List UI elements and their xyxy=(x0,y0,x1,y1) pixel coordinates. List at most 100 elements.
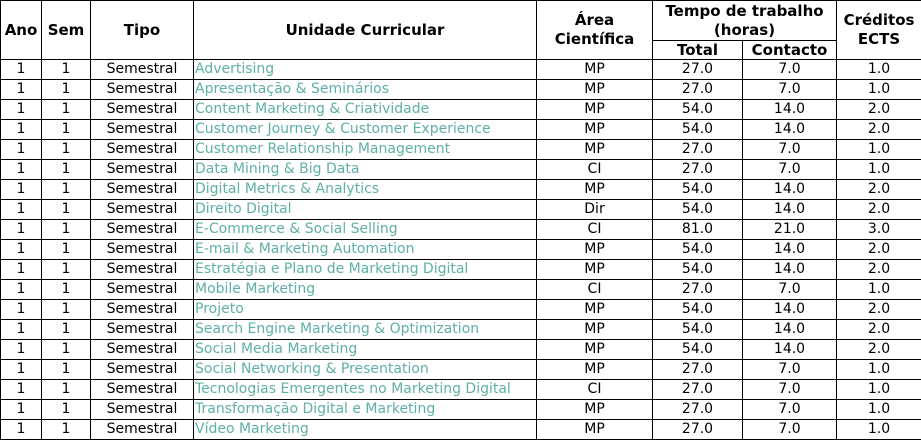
cell-sem: 1 xyxy=(41,359,91,380)
cell-ano: 1 xyxy=(0,239,42,260)
cell-contacto: 14.0 xyxy=(741,99,838,120)
course-link[interactable]: Social Networking & Presentation xyxy=(195,361,429,377)
cell-total: 54.0 xyxy=(652,259,743,280)
cell-ano: 1 xyxy=(0,139,42,160)
course-link[interactable]: E-mail & Marketing Automation xyxy=(195,241,414,257)
course-link[interactable]: Apresentação & Seminários xyxy=(195,81,389,97)
header-sem: Sem xyxy=(41,0,91,60)
cell-sem: 1 xyxy=(41,259,91,280)
cell-area-cientifica: CI xyxy=(536,159,653,180)
cell-area-cientifica: MP xyxy=(536,59,653,80)
cell-unidade-curricular: Advertising xyxy=(193,59,537,80)
cell-tipo: Semestral xyxy=(90,219,194,240)
cell-total: 54.0 xyxy=(652,99,743,120)
cell-tipo: Semestral xyxy=(90,139,194,160)
course-link[interactable]: Customer Journey & Customer Experience xyxy=(195,121,491,137)
cell-ects: 2.0 xyxy=(836,179,921,200)
table-row: 1 1 Semestral Apresentação & Seminários MP 27… xyxy=(0,79,921,100)
cell-sem: 1 xyxy=(41,119,91,140)
table-row: 1 1 Semestral Direito Digital Dir 54.0 14.0 2.0 xyxy=(0,199,921,220)
cell-contacto: 7.0 xyxy=(741,419,838,440)
table-row: 1 1 Semestral Transformação Digital e Marke… xyxy=(0,399,921,420)
course-link[interactable]: E-Commerce & Social Selling xyxy=(195,221,398,237)
cell-sem: 1 xyxy=(41,59,91,80)
cell-total: 27.0 xyxy=(652,279,743,300)
cell-contacto: 14.0 xyxy=(741,259,838,280)
cell-sem: 1 xyxy=(41,99,91,120)
cell-unidade-curricular: Direito Digital xyxy=(193,199,537,220)
cell-total: 27.0 xyxy=(652,159,743,180)
cell-area-cientifica: MP xyxy=(536,359,653,380)
table-row: 1 1 Semestral Customer Relationship Managem… xyxy=(0,139,921,160)
table-row: 1 1 Semestral Vídeo Marketing MP 27.0 7.0 1.0 xyxy=(0,419,921,440)
cell-ano: 1 xyxy=(0,79,42,100)
table-row: 1 1 Semestral Social Networking & Presentat… xyxy=(0,359,921,380)
cell-total: 27.0 xyxy=(652,359,743,380)
cell-contacto: 14.0 xyxy=(741,179,838,200)
course-link[interactable]: Projeto xyxy=(195,301,244,317)
cell-ano: 1 xyxy=(0,99,42,120)
table-row: 1 1 Semestral Tecnologias Emergentes no Mar… xyxy=(0,379,921,400)
cell-tipo: Semestral xyxy=(90,379,194,400)
cell-ano: 1 xyxy=(0,399,42,420)
cell-ects: 1.0 xyxy=(836,139,921,160)
cell-area-cientifica: MP xyxy=(536,179,653,200)
cell-sem: 1 xyxy=(41,139,91,160)
header-ano: Ano xyxy=(0,0,42,60)
cell-total: 54.0 xyxy=(652,299,743,320)
course-link[interactable]: Search Engine Marketing & Optimization xyxy=(195,321,479,337)
cell-unidade-curricular: Customer Journey & Customer Experience xyxy=(193,119,537,140)
cell-sem: 1 xyxy=(41,79,91,100)
cell-unidade-curricular: Digital Metrics & Analytics xyxy=(193,179,537,200)
cell-ano: 1 xyxy=(0,59,42,80)
table-row: 1 1 Semestral Projeto MP 54.0 14.0 2.0 xyxy=(0,299,921,320)
cell-contacto: 7.0 xyxy=(741,159,838,180)
course-link[interactable]: Data Mining & Big Data xyxy=(195,161,359,177)
cell-contacto: 14.0 xyxy=(741,319,838,340)
cell-ects: 2.0 xyxy=(836,299,921,320)
course-link[interactable]: Customer Relationship Management xyxy=(195,141,450,157)
course-link[interactable]: Digital Metrics & Analytics xyxy=(195,181,379,197)
table-row: 1 1 Semestral Customer Journey & Customer E… xyxy=(0,119,921,140)
cell-ects: 2.0 xyxy=(836,259,921,280)
course-link[interactable]: Mobile Marketing xyxy=(195,281,315,297)
cell-tipo: Semestral xyxy=(90,79,194,100)
cell-ects: 2.0 xyxy=(836,119,921,140)
cell-total: 27.0 xyxy=(652,399,743,420)
header-tempo-trabalho: Tempo de trabalho (horas) xyxy=(651,0,838,41)
cell-total: 27.0 xyxy=(652,79,743,100)
course-link[interactable]: Transformação Digital e Marketing xyxy=(195,401,435,417)
header-area-cientifica: Área Científica xyxy=(536,0,653,60)
cell-tipo: Semestral xyxy=(90,259,194,280)
cell-sem: 1 xyxy=(41,419,91,440)
cell-area-cientifica: MP xyxy=(536,99,653,120)
cell-unidade-curricular: Customer Relationship Management xyxy=(193,139,537,160)
cell-total: 54.0 xyxy=(652,119,743,140)
cell-sem: 1 xyxy=(41,399,91,420)
cell-tipo: Semestral xyxy=(90,119,194,140)
cell-ano: 1 xyxy=(0,179,42,200)
cell-ects: 2.0 xyxy=(836,99,921,120)
course-link[interactable]: Direito Digital xyxy=(195,201,292,217)
course-link[interactable]: Tecnologias Emergentes no Marketing Digi… xyxy=(195,381,511,397)
table-row: 1 1 Semestral Advertising MP 27.0 7.0 1.0 xyxy=(0,59,921,80)
cell-ects: 1.0 xyxy=(836,59,921,80)
cell-tipo: Semestral xyxy=(90,59,194,80)
cell-unidade-curricular: Content Marketing & Criatividade xyxy=(193,99,537,120)
cell-unidade-curricular: Vídeo Marketing xyxy=(193,419,537,440)
cell-ects: 2.0 xyxy=(836,339,921,360)
cell-tipo: Semestral xyxy=(90,99,194,120)
cell-area-cientifica: MP xyxy=(536,339,653,360)
header-creditos-ects: Créditos ECTS xyxy=(836,0,921,60)
course-link[interactable]: Estratégia e Plano de Marketing Digital xyxy=(195,261,468,277)
cell-ects: 3.0 xyxy=(836,219,921,240)
cell-ects: 2.0 xyxy=(836,319,921,340)
cell-area-cientifica: MP xyxy=(536,119,653,140)
course-link[interactable]: Social Media Marketing xyxy=(195,341,357,357)
cell-tipo: Semestral xyxy=(90,399,194,420)
course-link[interactable]: Advertising xyxy=(195,61,274,77)
course-link[interactable]: Vídeo Marketing xyxy=(195,421,309,437)
cell-contacto: 14.0 xyxy=(741,299,838,320)
cell-ects: 1.0 xyxy=(836,159,921,180)
course-link[interactable]: Content Marketing & Criatividade xyxy=(195,101,429,117)
